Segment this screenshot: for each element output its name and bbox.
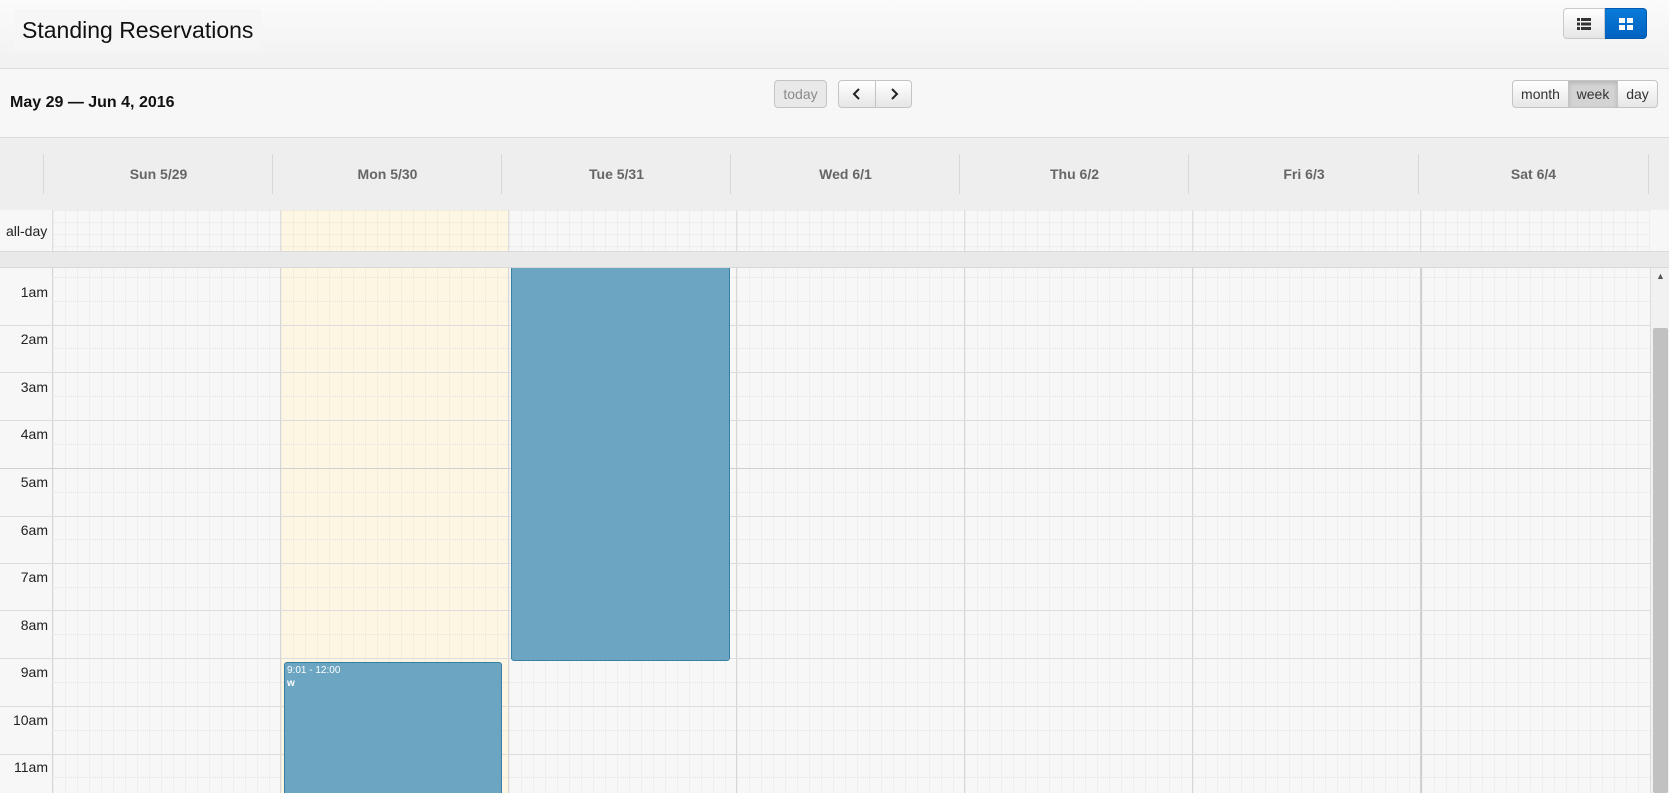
grid-scrollbar[interactable]: ▲: [1650, 268, 1669, 793]
event-time: 9:01 - 12:00: [287, 665, 341, 676]
hour-line: [0, 563, 1650, 564]
chevron-left-icon: [852, 88, 860, 100]
allday-row: all-day: [0, 210, 1669, 252]
hour-line: [0, 610, 1650, 611]
day-column-wed[interactable]: [736, 268, 964, 793]
hour-label: 1am: [20, 284, 48, 300]
allday-cell-today[interactable]: [280, 210, 508, 251]
half-hour-line: [52, 634, 1650, 635]
month-view-button[interactable]: month: [1512, 80, 1569, 108]
today-button[interactable]: today: [774, 80, 827, 108]
date-range-title: May 29 — Jun 4, 2016: [10, 94, 175, 111]
day-header-wed: Wed 6/1: [730, 154, 960, 194]
hour-label: 4am: [20, 426, 48, 442]
day-header-tue: Tue 5/31: [501, 154, 731, 194]
hour-label: 11am: [14, 759, 48, 775]
half-hour-line: [52, 444, 1650, 445]
day-header-thu: Thu 6/2: [959, 154, 1189, 194]
hour-line: [0, 325, 1650, 326]
scroll-up-arrow-icon[interactable]: ▲: [1651, 268, 1669, 284]
day-column-thu[interactable]: [964, 268, 1192, 793]
hour-label: 2am: [20, 331, 48, 347]
top-header: Standing Reservations: [0, 0, 1669, 69]
day-header-mon: Mon 5/30: [272, 154, 502, 194]
day-header-sun: Sun 5/29: [43, 154, 273, 194]
time-grid[interactable]: 1am 2am 3am 4am 5am 6am 7am 8am 9am 10am…: [0, 268, 1650, 793]
event-tue-block[interactable]: [511, 268, 730, 661]
event-title: w: [287, 678, 295, 689]
hour-line: [0, 706, 1650, 707]
hour-label: 9am: [20, 664, 48, 680]
hour-line: [0, 468, 1650, 469]
allday-cell[interactable]: [52, 210, 280, 251]
hour-label: 3am: [20, 379, 48, 395]
next-button[interactable]: [875, 80, 912, 108]
hour-line: [0, 420, 1650, 421]
scroll-thumb[interactable]: [1653, 328, 1668, 793]
day-header-row: Sun 5/29 Mon 5/30 Tue 5/31 Wed 6/1 Thu 6…: [0, 137, 1669, 211]
allday-divider: [0, 252, 1669, 268]
allday-cell[interactable]: [1420, 210, 1650, 251]
half-hour-line: [52, 587, 1650, 588]
day-header-sat: Sat 6/4: [1418, 154, 1649, 194]
hour-line: [0, 372, 1650, 373]
chevron-right-icon: [890, 88, 898, 100]
calendar-grid-icon: [1618, 17, 1633, 30]
list-icon: [1577, 17, 1591, 30]
allday-cell[interactable]: [736, 210, 964, 251]
half-hour-line: [52, 492, 1650, 493]
view-toggle: [1563, 8, 1647, 39]
hour-label: 10am: [12, 712, 48, 728]
hour-label: 6am: [20, 522, 48, 538]
day-column-sun[interactable]: [52, 268, 280, 793]
day-header-fri: Fri 6/3: [1188, 154, 1419, 194]
hour-label: 8am: [20, 617, 48, 633]
calendar-toolbar: May 29 — Jun 4, 2016 today month week da…: [0, 69, 1669, 136]
hour-line: [0, 754, 1650, 755]
half-hour-line: [52, 396, 1650, 397]
week-view-button[interactable]: week: [1568, 80, 1618, 108]
allday-cell[interactable]: [508, 210, 736, 251]
allday-label: all-day: [6, 223, 48, 239]
list-view-button[interactable]: [1563, 8, 1605, 39]
hour-label: 7am: [20, 569, 48, 585]
hour-line: [0, 516, 1650, 517]
half-hour-line: [52, 277, 1650, 278]
half-hour-line: [52, 301, 1650, 302]
day-column-fri[interactable]: [1192, 268, 1420, 793]
hour-label: 5am: [20, 474, 48, 490]
event-mon-reservation[interactable]: 9:01 - 12:00 w: [284, 662, 502, 793]
prev-button[interactable]: [838, 80, 876, 108]
hour-line: [0, 658, 1650, 659]
half-hour-line: [52, 539, 1650, 540]
half-hour-line: [52, 348, 1650, 349]
page-title: Standing Reservations: [14, 9, 262, 51]
allday-cell[interactable]: [964, 210, 1192, 251]
day-column-sat[interactable]: [1420, 268, 1650, 793]
allday-cell[interactable]: [1192, 210, 1420, 251]
calendar-view-button[interactable]: [1605, 8, 1647, 39]
day-view-button[interactable]: day: [1617, 80, 1658, 108]
